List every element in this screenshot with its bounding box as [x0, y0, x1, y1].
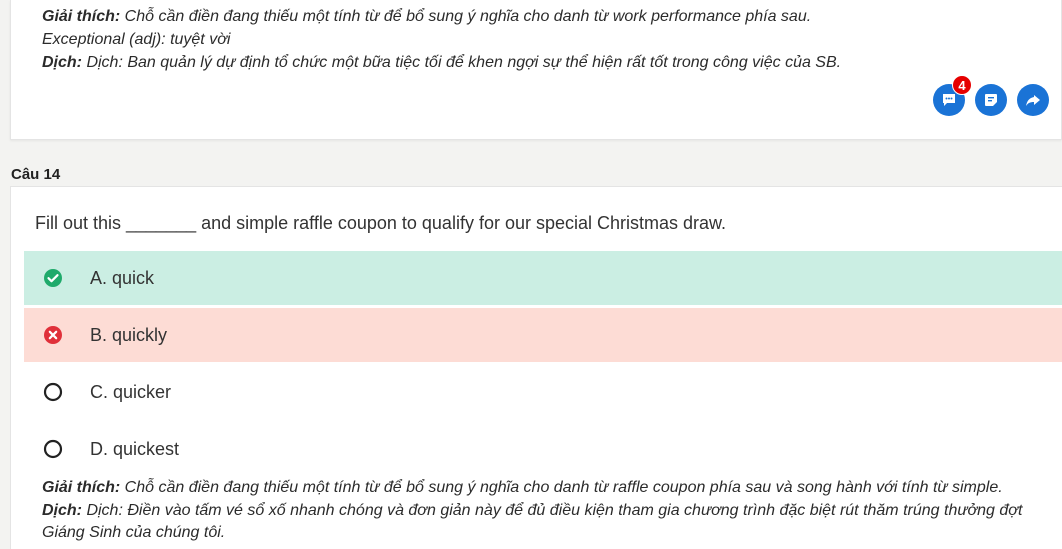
comment-count-badge: 4: [952, 75, 972, 95]
translation-text: Dịch: Điền vào tấm vé sổ xố nhanh chóng …: [42, 502, 1023, 541]
check-circle-icon: [43, 268, 63, 288]
explanation-text: Chỗ cần điền đang thiếu một tính từ để b…: [120, 479, 1003, 496]
option-a[interactable]: A. quick: [24, 251, 1062, 305]
question-text: Fill out this _______ and simple raffle …: [35, 213, 727, 233]
option-label: A. quick: [90, 267, 155, 288]
option-label: B. quickly: [90, 324, 168, 345]
radio-empty-icon: [43, 439, 63, 459]
explanation-label: Giải thích:: [42, 8, 121, 25]
previous-translation: Dịch: Dịch: Ban quản lý dự định tổ chức …: [42, 51, 841, 74]
option-c[interactable]: C. quicker: [24, 365, 1062, 419]
explanation-label: Giải thích:: [42, 479, 121, 496]
comment-button[interactable]: 4: [933, 75, 972, 116]
question-number: Câu 14: [11, 166, 61, 183]
question-translation: Dịch: Dịch: Điền vào tấm vé sổ xố nhanh …: [42, 500, 1062, 544]
translation-text: Dịch: Ban quản lý dự định tổ chức một bữ…: [82, 54, 842, 71]
vocab-line: Exceptional (adj): tuyệt vời: [42, 31, 231, 48]
question-explanation: Giải thích: Chỗ cần điền đang thiếu một …: [42, 477, 1003, 499]
option-label: D. quickest: [90, 438, 180, 459]
question-card: Fill out this _______ and simple raffle …: [10, 186, 1062, 549]
comment-icon: [943, 94, 955, 106]
explanation-text: Chỗ cần điền đang thiếu một tính từ để b…: [120, 8, 812, 25]
translation-label: Dịch:: [42, 502, 82, 519]
option-b[interactable]: B. quickly: [24, 308, 1062, 362]
previous-question-card: Giải thích: Chỗ cần điền đang thiếu một …: [10, 0, 1062, 140]
action-buttons: 4: [933, 75, 1049, 116]
radio-empty-icon: [43, 382, 63, 402]
share-button[interactable]: [1017, 84, 1049, 116]
option-label: C. quicker: [90, 381, 172, 402]
option-d[interactable]: D. quickest: [24, 422, 1062, 476]
previous-explanation: Giải thích: Chỗ cần điền đang thiếu một …: [42, 5, 811, 28]
note-icon: [985, 94, 997, 106]
translation-label: Dịch:: [42, 54, 82, 71]
share-arrow-icon: [1026, 95, 1040, 106]
note-button[interactable]: [975, 84, 1007, 116]
x-circle-icon: [43, 325, 63, 345]
